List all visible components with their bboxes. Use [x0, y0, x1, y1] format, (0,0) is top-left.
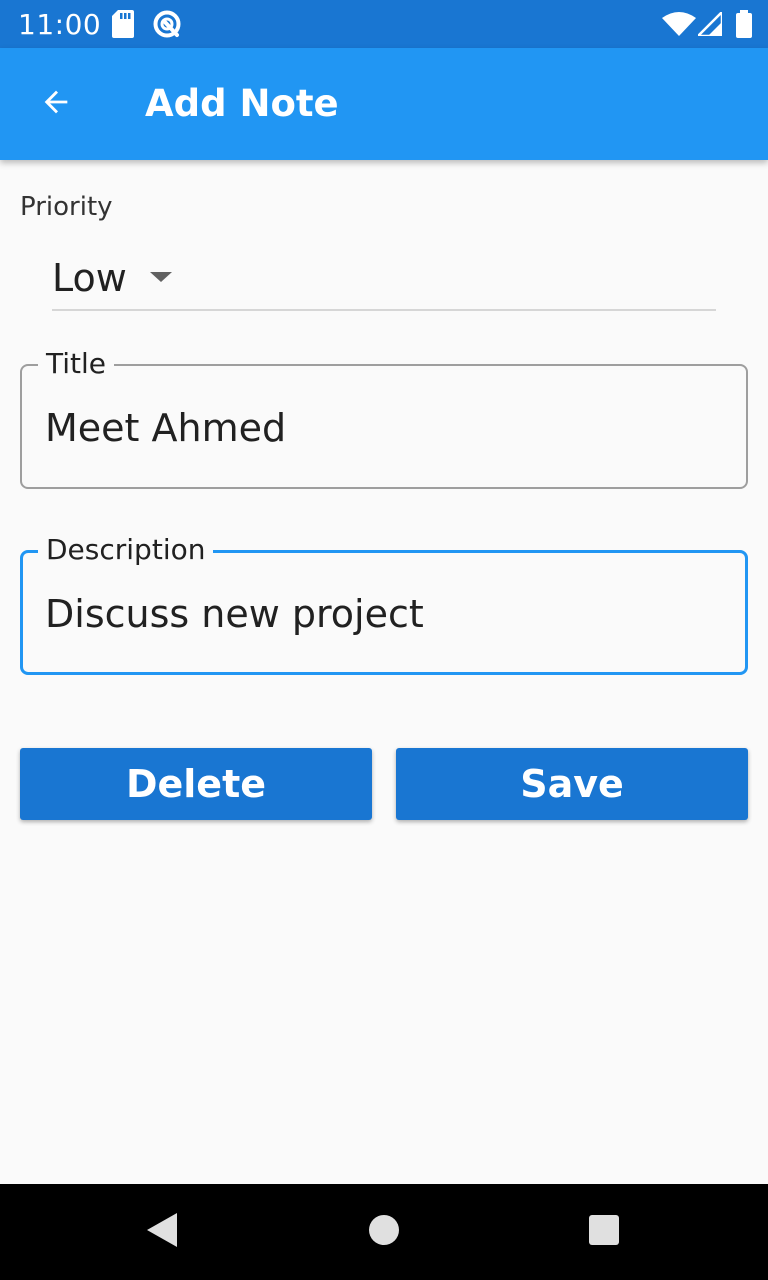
sd-card-icon: [112, 10, 134, 43]
title-field-label: Title: [38, 349, 115, 379]
status-bar: 11:00: [0, 0, 768, 48]
priority-dropdown[interactable]: Low: [52, 248, 716, 311]
title-field[interactable]: Title Meet Ahmed: [20, 349, 748, 489]
back-button[interactable]: [26, 78, 86, 130]
home-circle-icon: [369, 1214, 399, 1250]
title-field-value: Meet Ahmed: [45, 406, 287, 450]
description-field[interactable]: Description Discuss new project: [20, 535, 748, 675]
priority-selected-value: Low: [52, 256, 127, 300]
page-title: Add Note: [145, 82, 339, 125]
status-time: 11:00: [18, 8, 102, 41]
description-field-label: Description: [38, 535, 214, 565]
app-bar: Add Note: [0, 48, 768, 160]
description-field-value: Discuss new project: [45, 592, 424, 636]
dropdown-arrow-icon: [150, 272, 172, 282]
sync-icon: [152, 9, 182, 44]
wifi-icon: [662, 12, 696, 41]
navigation-bar: [0, 1184, 768, 1280]
nav-back-button[interactable]: [114, 1184, 210, 1280]
signal-icon: [694, 8, 724, 41]
back-triangle-icon: [147, 1212, 177, 1252]
nav-recents-button[interactable]: [556, 1184, 652, 1280]
delete-button[interactable]: Delete: [20, 748, 372, 820]
arrow-back-icon: [39, 85, 73, 124]
priority-label: Priority: [20, 192, 113, 222]
recents-square-icon: [589, 1214, 619, 1250]
battery-icon: [736, 10, 752, 43]
save-button[interactable]: Save: [396, 748, 748, 820]
nav-home-button[interactable]: [336, 1184, 432, 1280]
